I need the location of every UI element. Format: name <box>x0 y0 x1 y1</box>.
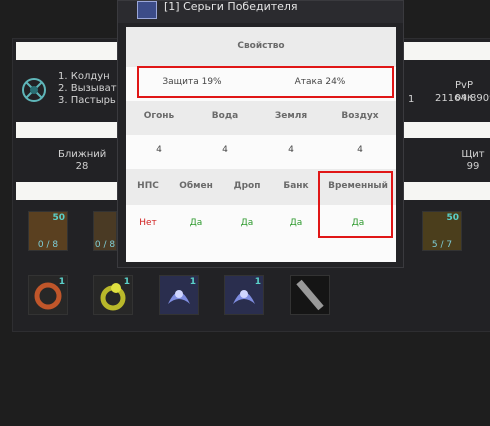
tooltip-header: [1] Серьги Победителя <box>118 1 403 23</box>
item-badge: 1 <box>123 277 130 287</box>
earring-blue-icon[interactable]: 1 <box>224 275 264 315</box>
trade-header-row: НПС Обмен Дроп Банк Временный <box>126 169 396 205</box>
elements-value-row: 4 4 4 4 <box>126 135 396 169</box>
exchange-header: Обмен <box>179 181 213 191</box>
tooltip-body: Свойство Защита 19% Атака 24% Огонь Вода… <box>126 27 396 262</box>
earth-value: 4 <box>288 145 294 155</box>
bank-header: Банк <box>283 181 309 191</box>
equipment-slot-icon[interactable]: 0 / 8 <box>93 211 117 251</box>
item-badge: 1 <box>254 277 261 287</box>
shield-label: Щит <box>461 149 485 160</box>
water-value: 4 <box>222 145 228 155</box>
earring-icon <box>137 1 157 19</box>
sunflower-staff-icon[interactable]: 50 5 / 7 <box>422 211 462 251</box>
middle-value: 1 <box>408 94 415 105</box>
class-emblem-icon <box>22 78 46 102</box>
defense-value: Защита 19% <box>162 77 222 87</box>
temporary-header: Временный <box>328 181 388 191</box>
item-count: 0 / 8 <box>37 240 59 250</box>
melee-value: 28 <box>75 161 89 172</box>
attack-value: Атака 24% <box>294 77 346 87</box>
elements-header-row: Огонь Вода Земля Воздух <box>126 101 396 135</box>
item-badge: 1 <box>189 277 196 287</box>
earth-header: Земля <box>274 111 308 121</box>
property-header-row: Свойство <box>126 27 396 67</box>
item-count: 5 / 7 <box>431 240 453 250</box>
shield-value: 99 <box>466 161 480 172</box>
melee-stat: Ближний 28 <box>58 149 106 173</box>
drop-header: Дроп <box>233 181 261 191</box>
belt-icon[interactable] <box>290 275 330 315</box>
class-item-2: 2. Вызывате <box>58 83 123 94</box>
exchange-value: Да <box>189 218 203 228</box>
ring-gold-icon[interactable]: 1 <box>93 275 133 315</box>
temporary-value: Да <box>351 218 365 228</box>
class-item-1: 1. Колдун <box>58 71 110 82</box>
pvp-value: 21164.8909 <box>435 93 490 104</box>
property-header: Свойство <box>237 41 285 51</box>
item-badge: 1 <box>58 277 65 287</box>
air-value: 4 <box>357 145 363 155</box>
class-item-3: 3. Пастырь <box>58 95 116 106</box>
item-tooltip: [1] Серьги Победителя Свойство Защита 19… <box>117 0 404 268</box>
attack-defense-row: Защита 19% Атака 24% <box>126 67 396 101</box>
npc-header: НПС <box>137 181 159 191</box>
shield-stat: Щит 99 <box>460 149 486 173</box>
class-list: 1. Колдун 2. Вызывате 3. Пастырь <box>58 71 123 107</box>
equipment-slot-icon[interactable]: 50 0 / 8 <box>28 211 68 251</box>
ring-red-icon[interactable]: 1 <box>28 275 68 315</box>
earring-blue-icon[interactable]: 1 <box>159 275 199 315</box>
drop-value: Да <box>240 218 254 228</box>
fire-header: Огонь <box>143 111 175 121</box>
item-badge: 50 <box>52 213 65 223</box>
bank-value: Да <box>289 218 303 228</box>
npc-value: Нет <box>139 218 157 228</box>
item-badge: 50 <box>446 213 459 223</box>
item-title: [1] Серьги Победителя <box>164 0 298 13</box>
trade-value-row: Нет Да Да Да Да <box>126 205 396 245</box>
air-header: Воздух <box>341 111 379 121</box>
melee-label: Ближний <box>58 149 107 160</box>
fire-value: 4 <box>156 145 162 155</box>
item-count: 0 / 8 <box>94 240 116 250</box>
water-header: Вода <box>211 111 239 121</box>
